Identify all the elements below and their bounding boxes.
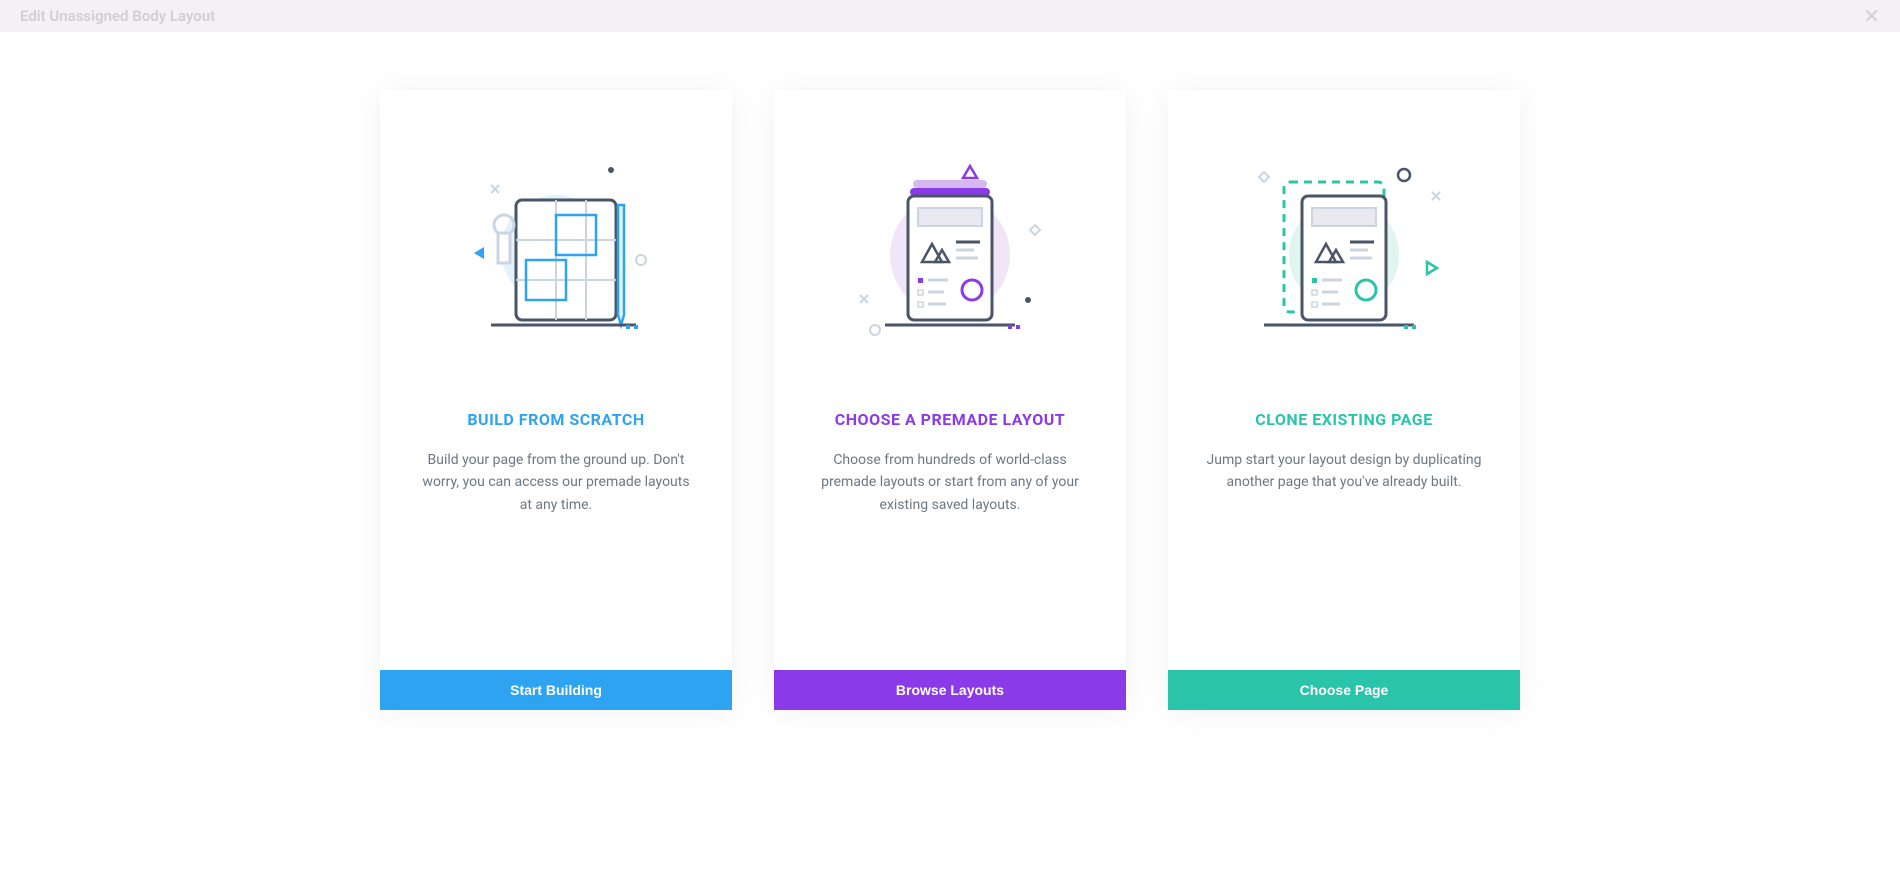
modal-title: Edit Unassigned Body Layout — [20, 7, 215, 25]
clone-description: Jump start your layout design by duplica… — [1168, 449, 1520, 494]
build-title: BUILD FROM SCRATCH — [467, 410, 644, 429]
modal-content: BUILD FROM SCRATCH Build your page from … — [0, 32, 1900, 892]
clone-illustration — [1168, 90, 1520, 410]
premade-description: Choose from hundreds of world-class prem… — [774, 449, 1126, 516]
close-icon[interactable]: ✕ — [1863, 4, 1880, 28]
build-from-scratch-card: BUILD FROM SCRATCH Build your page from … — [380, 90, 732, 710]
premade-illustration — [774, 90, 1126, 410]
clone-page-card: CLONE EXISTING PAGE Jump start your layo… — [1168, 90, 1520, 710]
build-illustration — [380, 90, 732, 410]
build-description: Build your page from the ground up. Don'… — [380, 449, 732, 516]
clone-title: CLONE EXISTING PAGE — [1255, 410, 1432, 429]
choose-page-button[interactable]: Choose Page — [1168, 670, 1520, 710]
browse-layouts-button[interactable]: Browse Layouts — [774, 670, 1126, 710]
modal-header: Edit Unassigned Body Layout ✕ — [0, 0, 1900, 32]
choose-premade-card: CHOOSE A PREMADE LAYOUT Choose from hund… — [774, 90, 1126, 710]
start-building-button[interactable]: Start Building — [380, 670, 732, 710]
premade-title: CHOOSE A PREMADE LAYOUT — [835, 410, 1065, 429]
